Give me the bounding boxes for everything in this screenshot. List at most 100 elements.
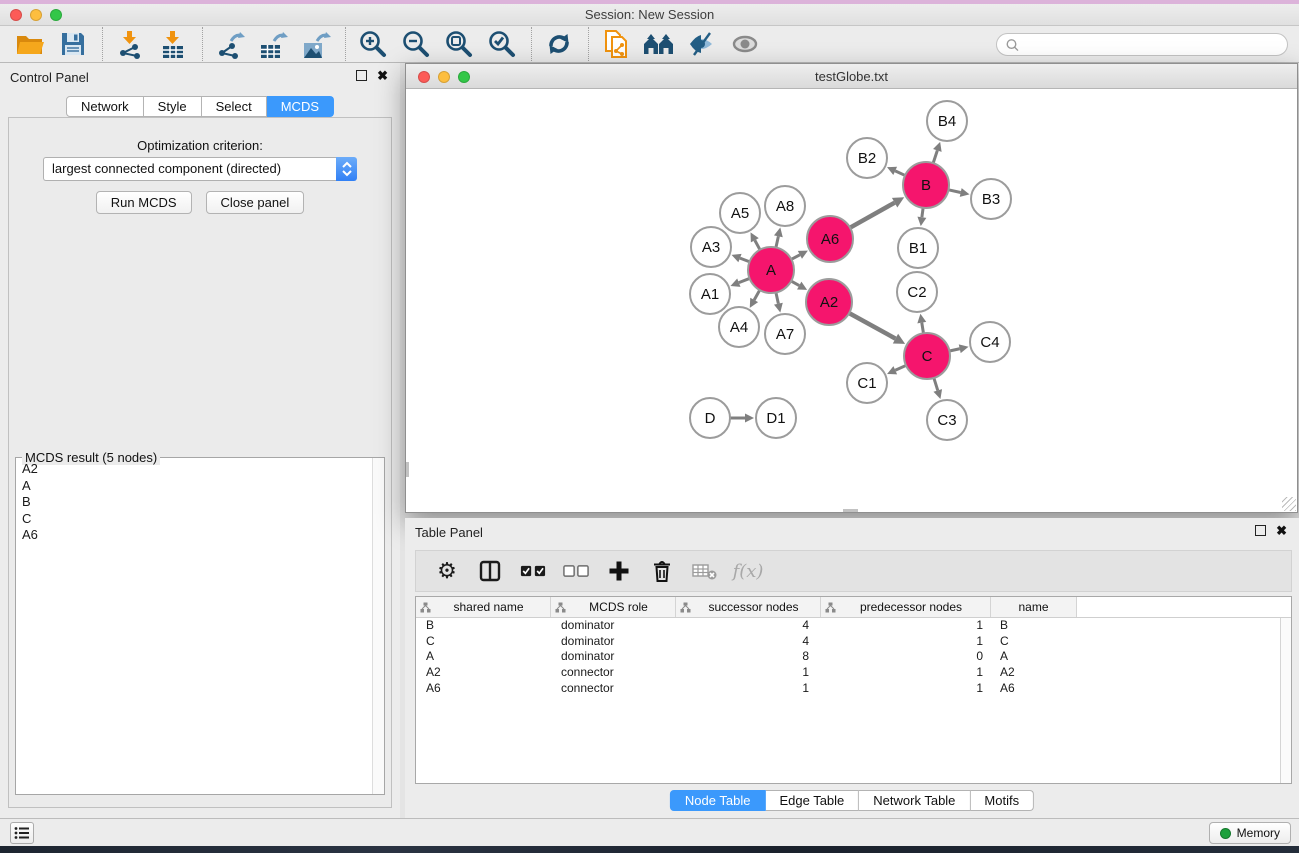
- graph-edge-A-A1[interactable]: [739, 278, 750, 282]
- graph-edge-A-A2[interactable]: [791, 281, 799, 285]
- network-graph[interactable]: B4B2BB3A5A8A6B1A3AA1C2A2A4A7C4CC1C3DD1: [406, 89, 1297, 512]
- list-icon: [14, 826, 30, 840]
- save-session-icon[interactable]: [56, 28, 90, 60]
- graph-edge-C-C4[interactable]: [949, 349, 959, 351]
- memory-button[interactable]: Memory: [1209, 822, 1291, 844]
- tab-network-table[interactable]: Network Table: [859, 790, 970, 811]
- table-cell-successors: 8: [676, 649, 821, 665]
- mcds-result-item[interactable]: B: [17, 494, 372, 511]
- run-mcds-button[interactable]: Run MCDS: [96, 191, 192, 214]
- mcds-result-list[interactable]: A2ABCA6: [17, 461, 372, 793]
- close-table-panel-icon[interactable]: ✖: [1276, 525, 1287, 536]
- table-cell-name: C: [991, 634, 1077, 650]
- toolbar-separator: [531, 27, 532, 61]
- memory-status-icon: [1220, 828, 1231, 839]
- graph-edge-B-B1[interactable]: [922, 208, 923, 217]
- graph-node-label-C1: C1: [857, 375, 876, 392]
- hide-selected-icon[interactable]: [685, 28, 719, 60]
- mcds-result-item[interactable]: A6: [17, 527, 372, 544]
- table-row[interactable]: Adominator80A: [416, 649, 1291, 665]
- show-panels-list-button[interactable]: [10, 822, 34, 844]
- network-canvas[interactable]: B4B2BB3A5A8A6B1A3AA1C2A2A4A7C4CC1C3DD1: [406, 89, 1297, 512]
- table-scrollbar[interactable]: [1280, 618, 1291, 783]
- table-row[interactable]: A2connector11A2: [416, 665, 1291, 681]
- table-cell-successors: 4: [676, 634, 821, 650]
- graph-edge-B-B2[interactable]: [895, 171, 905, 176]
- show-all-icon[interactable]: [728, 28, 762, 60]
- graph-edge-C-C2[interactable]: [922, 323, 924, 334]
- graph-edge-B-B3[interactable]: [948, 190, 960, 193]
- zoom-out-icon[interactable]: [399, 28, 433, 60]
- graph-edge-A-A7[interactable]: [776, 292, 778, 303]
- zoom-selected-icon[interactable]: [485, 28, 519, 60]
- tab-motifs[interactable]: Motifs: [970, 790, 1034, 811]
- table-cell-predecessors: 1: [821, 681, 991, 697]
- table-cell-shared_name: B: [416, 618, 551, 634]
- main-titlebar: Session: New Session: [0, 4, 1299, 26]
- tab-select[interactable]: Select: [202, 96, 267, 117]
- mcds-result-item[interactable]: C: [17, 511, 372, 528]
- column-header-predecessor-nodes[interactable]: predecessor nodes: [821, 597, 991, 617]
- graph-node-label-C4: C4: [980, 334, 999, 351]
- settings-gear-icon[interactable]: ⚙: [434, 558, 460, 584]
- network-horizontal-scrollbar[interactable]: [843, 509, 858, 512]
- network-vertical-scrollbar[interactable]: [406, 462, 409, 477]
- close-panel-button[interactable]: Close panel: [206, 191, 305, 214]
- table-row[interactable]: A6connector11A6: [416, 681, 1291, 697]
- import-network-icon[interactable]: [113, 28, 147, 60]
- graph-edge-C-C3[interactable]: [934, 378, 938, 390]
- zoom-in-icon[interactable]: [356, 28, 390, 60]
- search-box[interactable]: [996, 33, 1288, 56]
- mcds-result-item[interactable]: A: [17, 478, 372, 495]
- graph-edge-A-A3[interactable]: [740, 258, 750, 262]
- tab-mcds[interactable]: MCDS: [267, 96, 334, 117]
- tab-edge-table[interactable]: Edge Table: [765, 790, 859, 811]
- graph-edge-A-A5[interactable]: [755, 240, 760, 250]
- graph-edge-arrowhead: [959, 344, 969, 353]
- graph-edge-A2-C[interactable]: [849, 313, 895, 339]
- show-column-icon[interactable]: [477, 558, 503, 584]
- export-image-icon[interactable]: [299, 28, 333, 60]
- open-file-icon[interactable]: [13, 28, 47, 60]
- table-row[interactable]: Cdominator41C: [416, 634, 1291, 650]
- table-cell-shared_name: A: [416, 649, 551, 665]
- tab-style[interactable]: Style: [144, 96, 202, 117]
- graph-edge-A-A8[interactable]: [776, 236, 778, 247]
- close-panel-icon[interactable]: ✖: [377, 70, 388, 81]
- table-row[interactable]: Bdominator41B: [416, 618, 1291, 634]
- deselect-all-checkboxes-icon[interactable]: [563, 558, 589, 584]
- float-table-panel-icon[interactable]: [1255, 525, 1266, 536]
- graph-edge-A-A4[interactable]: [754, 290, 760, 300]
- desktop-background: [0, 846, 1299, 853]
- import-table-icon[interactable]: [156, 28, 190, 60]
- export-network-icon[interactable]: [213, 28, 247, 60]
- zoom-fit-icon[interactable]: [442, 28, 476, 60]
- open-network-document-icon[interactable]: [599, 28, 633, 60]
- graph-edge-A6-B[interactable]: [850, 203, 895, 228]
- column-header-shared-name[interactable]: shared name: [416, 597, 551, 617]
- column-header-successor-nodes[interactable]: successor nodes: [676, 597, 821, 617]
- network-window-titlebar[interactable]: testGlobe.txt: [406, 64, 1297, 89]
- window-resize-grip[interactable]: [1282, 497, 1296, 511]
- column-header-name[interactable]: name: [991, 597, 1077, 617]
- graph-edge-B-B4[interactable]: [933, 150, 937, 163]
- float-panel-icon[interactable]: [356, 70, 367, 81]
- mcds-result-item[interactable]: A2: [17, 461, 372, 478]
- first-neighbors-icon[interactable]: [642, 28, 676, 60]
- tab-node-table[interactable]: Node Table: [670, 790, 766, 811]
- select-all-checkboxes-icon[interactable]: [520, 558, 546, 584]
- graph-edge-arrowhead: [917, 314, 926, 324]
- tab-network[interactable]: Network: [66, 96, 144, 117]
- graph-edge-A-A6[interactable]: [791, 255, 800, 259]
- delete-column-icon[interactable]: [649, 558, 675, 584]
- graph-edge-C-C1[interactable]: [895, 365, 906, 370]
- add-column-icon[interactable]: [606, 558, 632, 584]
- export-table-icon[interactable]: [256, 28, 290, 60]
- optimization-criterion-select[interactable]: largest connected component (directed): [43, 157, 357, 181]
- refresh-network-icon[interactable]: [542, 28, 576, 60]
- column-header-mcds-role[interactable]: MCDS role: [551, 597, 676, 617]
- toolbar-separator: [102, 27, 103, 61]
- dropdown-stepper-icon[interactable]: [336, 157, 357, 181]
- search-input[interactable]: [1025, 37, 1279, 52]
- mcds-result-scrollbar[interactable]: [372, 458, 384, 794]
